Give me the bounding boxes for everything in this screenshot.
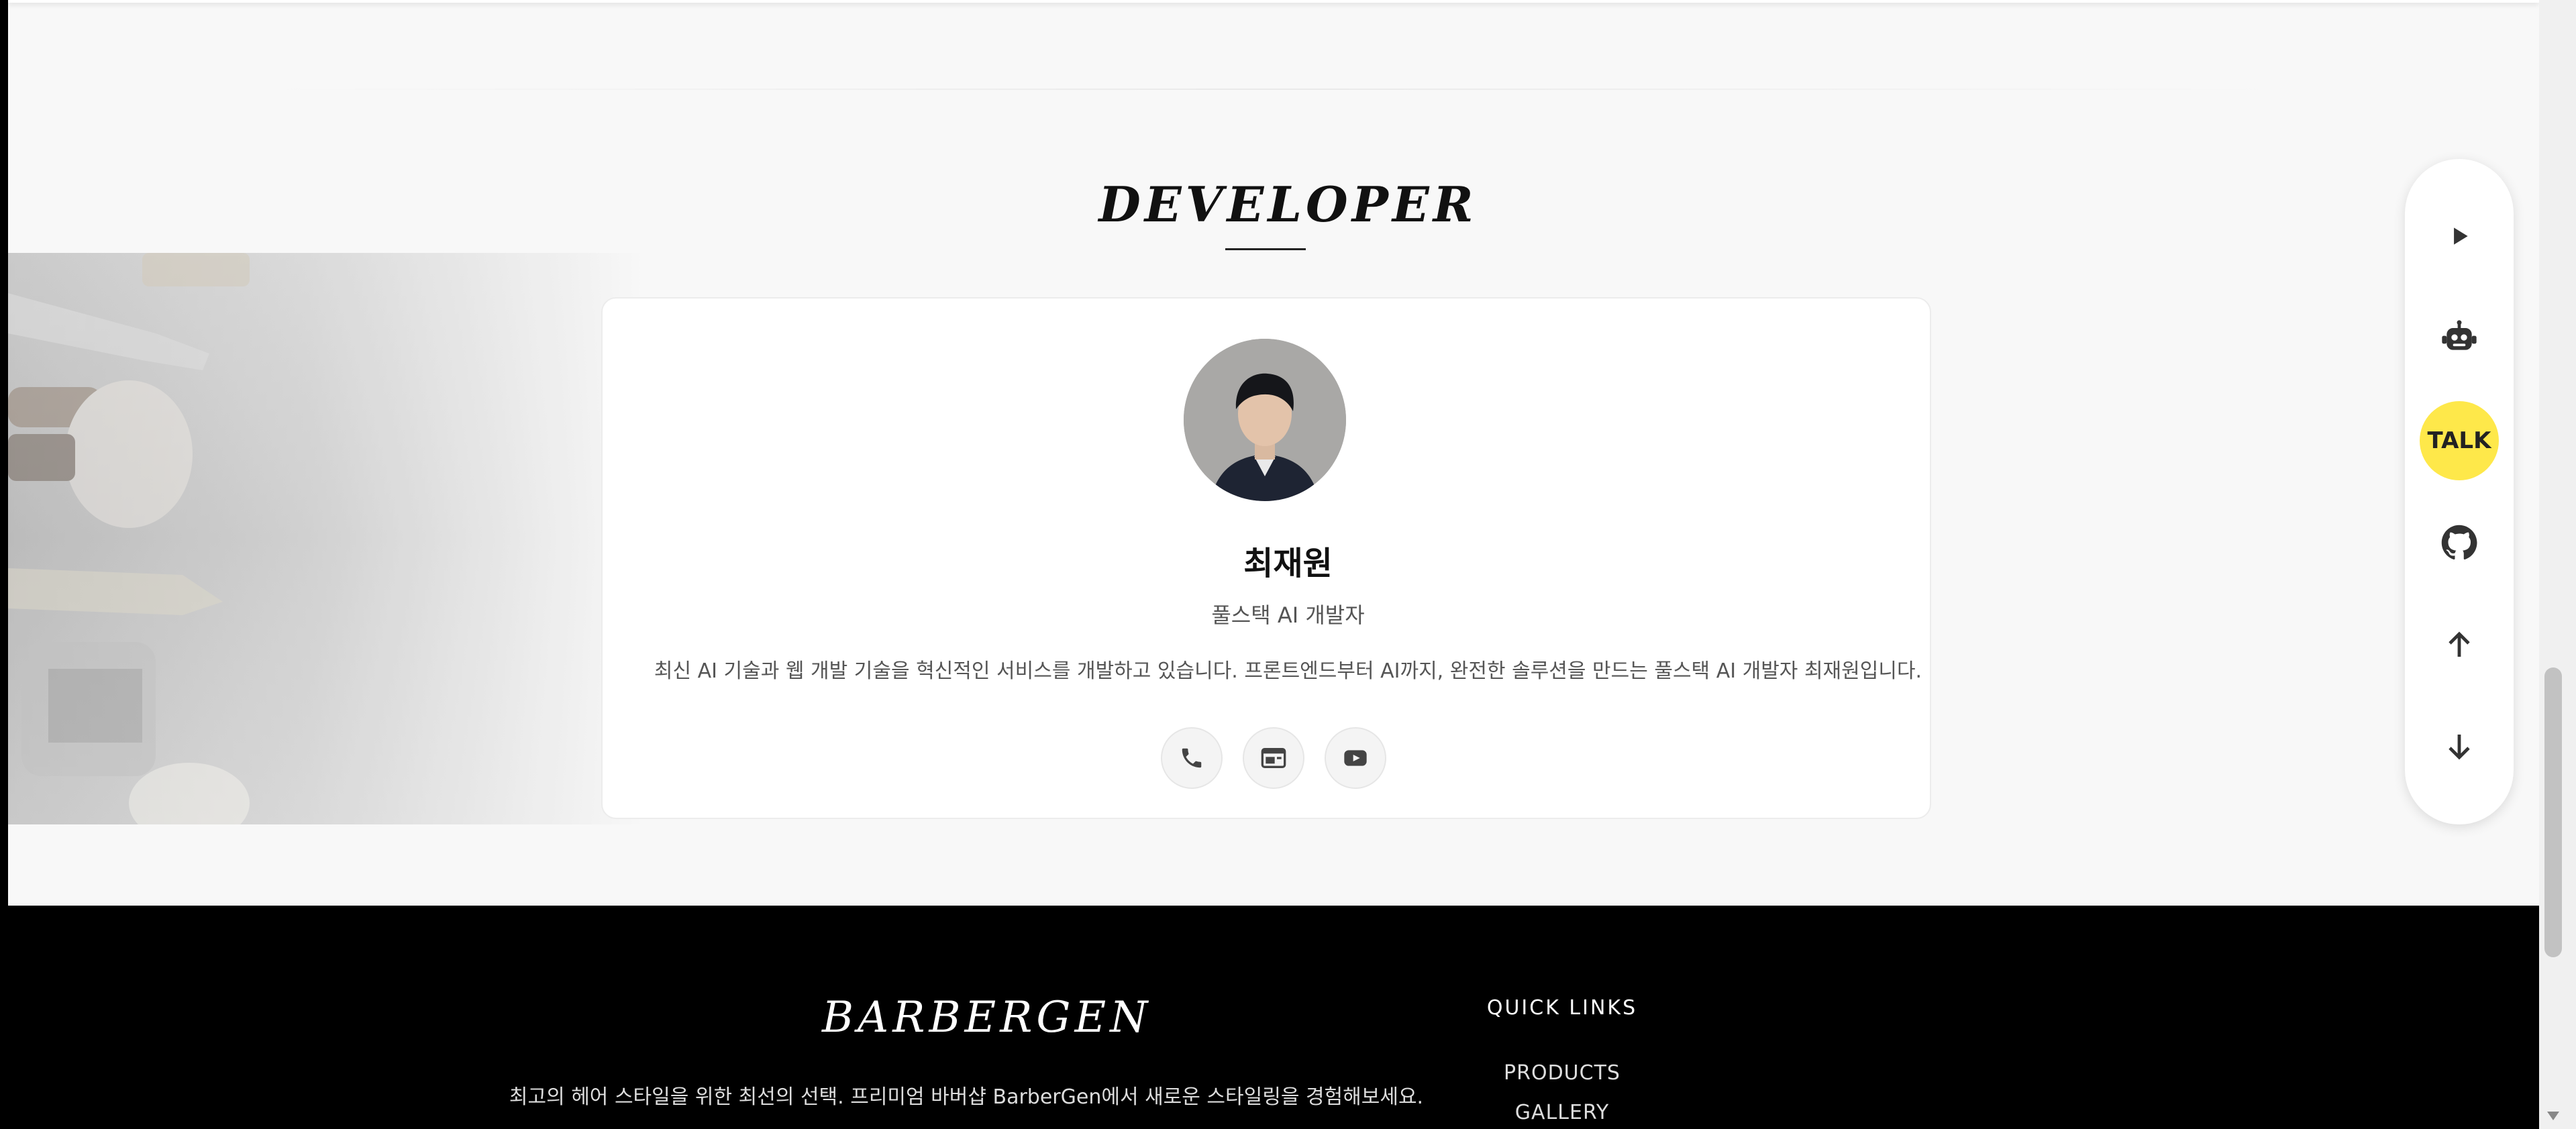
footer-brand: BARBERGEN xyxy=(822,993,1152,1042)
youtube-contact-button[interactable] xyxy=(1325,727,1386,789)
triangle-down-icon xyxy=(2547,1112,2559,1120)
github-button[interactable] xyxy=(2420,503,2499,582)
developer-name: 최재원 xyxy=(1243,545,1333,582)
developer-section-title: DEVELOPER xyxy=(1098,176,1478,233)
scrollbar-thumb[interactable] xyxy=(2544,667,2562,957)
developer-avatar xyxy=(1184,339,1346,501)
arrow-up-icon xyxy=(2449,631,2470,657)
talk-label: TALK xyxy=(2427,427,2491,454)
developer-role: 풀스택 AI 개발자 xyxy=(1211,602,1365,628)
header-edge xyxy=(8,0,2539,3)
play-button[interactable] xyxy=(2420,197,2499,276)
play-icon xyxy=(2454,227,2468,245)
arrow-down-icon xyxy=(2449,735,2470,760)
developer-photo xyxy=(1184,339,1346,501)
scroll-down-button[interactable] xyxy=(2420,707,2499,786)
scroll-up-button[interactable] xyxy=(2420,605,2499,684)
phone-icon xyxy=(1182,748,1202,768)
website-icon xyxy=(1261,748,1286,768)
scrollbar-down-arrow[interactable] xyxy=(2543,1106,2563,1126)
quick-link-products[interactable]: PRODUCTS xyxy=(1475,1061,1649,1085)
title-underline xyxy=(1225,248,1306,250)
github-icon xyxy=(2441,525,2477,560)
robot-icon xyxy=(2442,320,2477,350)
scrollbar-track[interactable] xyxy=(2539,0,2576,1129)
section-divider xyxy=(250,89,2296,90)
developer-description: 최신 AI 기술과 웹 개발 기술을 혁신적인 서비스를 개발하고 있습니다. … xyxy=(654,659,1922,683)
chatbot-button[interactable] xyxy=(2420,298,2499,377)
phone-contact-button[interactable] xyxy=(1161,727,1223,789)
website-contact-button[interactable] xyxy=(1243,727,1304,789)
kakao-talk-button[interactable]: TALK xyxy=(2420,401,2499,480)
footer-tagline: 최고의 헤어 스타일을 위한 최선의 선택. 프리미엄 바버샵 BarberGe… xyxy=(509,1085,1424,1109)
quick-link-gallery[interactable]: GALLERY xyxy=(1475,1101,1649,1124)
quick-links-title: QUICK LINKS xyxy=(1486,996,1638,1020)
youtube-icon xyxy=(1344,750,1367,766)
